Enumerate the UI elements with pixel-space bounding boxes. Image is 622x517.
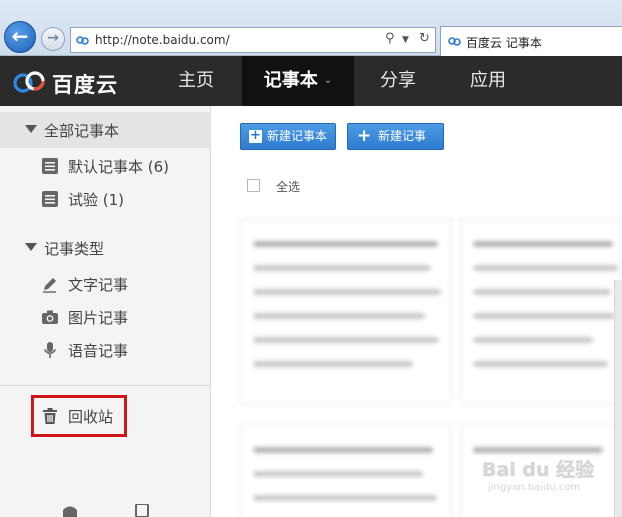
triangle-down-icon (25, 243, 37, 251)
address-bar[interactable]: http://note.baidu.com/ ⚲ ▼ ↻ (70, 27, 436, 53)
notebook-icon (42, 191, 58, 207)
sidebar-item-default-notebook[interactable]: 默认记事本 (6) (0, 151, 211, 181)
triangle-down-icon (25, 125, 37, 133)
sidebar-note-types[interactable]: 记事类型 (0, 230, 211, 266)
chevron-down-icon: ⌄ (323, 75, 333, 86)
nav-share[interactable]: 分享 (362, 56, 434, 106)
nav-notebook[interactable]: 记事本 ⌄ (242, 56, 354, 106)
address-url[interactable]: http://note.baidu.com/ (95, 33, 230, 47)
pencil-icon (43, 278, 56, 293)
nav-share-label: 分享 (380, 70, 416, 91)
trash-highlight-box (31, 395, 127, 437)
plus-icon: + (357, 126, 372, 146)
new-note-button[interactable]: + 新建记事 (347, 123, 444, 150)
browser-chrome: ← → http://note.baidu.com/ ⚲ ▼ ↻ 百度云 记事本 (0, 0, 622, 56)
logo-text: 百度云 (52, 73, 118, 97)
sidebar-item-voice-notes[interactable]: 语音记事 (0, 335, 211, 365)
watermark-text: Bai du 经验 (482, 459, 595, 481)
note-card[interactable] (240, 424, 452, 517)
back-button[interactable]: ← (4, 21, 36, 53)
forward-button[interactable]: → (41, 27, 65, 51)
note-card[interactable] (240, 218, 452, 404)
baidu-cloud-tab-favicon-icon (448, 37, 461, 46)
sidebar-all-notebooks[interactable]: 全部记事本 (0, 112, 211, 148)
browser-tab[interactable]: 百度云 记事本 (440, 26, 622, 56)
dropdown-arrow-icon[interactable]: ▼ (402, 35, 409, 45)
sidebar-item-label: 文字记事 (68, 276, 129, 294)
nav-home-label: 主页 (178, 70, 214, 91)
nav-apps[interactable]: 应用 (452, 56, 524, 106)
select-all-checkbox[interactable] (247, 179, 260, 192)
sidebar-item-label: 图片记事 (68, 309, 129, 327)
watermark-subtext: jingyan.baidu.com (488, 482, 581, 493)
microphone-icon (43, 342, 57, 358)
app-header: 百度云 主页 记事本 ⌄ 分享 应用 (0, 56, 622, 106)
plus-icon: + (249, 128, 262, 143)
sidebar-item-image-notes[interactable]: 图片记事 (0, 302, 211, 332)
nav-apps-label: 应用 (470, 70, 506, 91)
sidebar-item-label: 试验 (1) (68, 191, 125, 209)
refresh-icon[interactable]: ↻ (419, 31, 430, 46)
sidebar-divider (0, 385, 211, 386)
sidebar-item-label: 默认记事本 (6) (68, 158, 170, 176)
sidebar-note-types-label: 记事类型 (44, 240, 105, 258)
new-notebook-button-label: 新建记事本 (267, 129, 328, 143)
sidebar-all-notebooks-label: 全部记事本 (44, 122, 120, 140)
baidu-jingyan-watermark: Bai du 经验 jingyan.baidu.com (474, 451, 614, 501)
notebook-icon (42, 158, 58, 174)
nav-notebook-label: 记事本 (263, 70, 318, 91)
new-notebook-button[interactable]: + 新建记事本 (240, 123, 336, 150)
main-content: + 新建记事本 + 新建记事 全选 Bai du 经验 jingyan.baid… (212, 106, 622, 517)
new-note-button-label: 新建记事 (378, 129, 427, 143)
sidebar-item-text-notes[interactable]: 文字记事 (0, 269, 211, 299)
sidebar-item-trial-notebook[interactable]: 试验 (1) (0, 184, 211, 214)
android-icon[interactable] (61, 504, 79, 517)
nav-home[interactable]: 主页 (158, 56, 234, 106)
sidebar-item-label: 语音记事 (68, 342, 129, 360)
cloud-logo-icon (13, 71, 45, 93)
scrollbar[interactable] (614, 280, 622, 517)
tab-title: 百度云 记事本 (466, 36, 542, 50)
camera-icon (42, 310, 58, 324)
sidebar: 全部记事本 默认记事本 (6) 试验 (1) 记事类型 文字记事 图片记事 语音… (0, 106, 211, 517)
note-card[interactable] (460, 218, 622, 404)
search-icon[interactable]: ⚲ (385, 31, 395, 46)
mobile-phone-icon[interactable] (133, 504, 151, 517)
select-all-label: 全选 (276, 180, 301, 194)
baidu-cloud-favicon-icon (76, 36, 89, 45)
